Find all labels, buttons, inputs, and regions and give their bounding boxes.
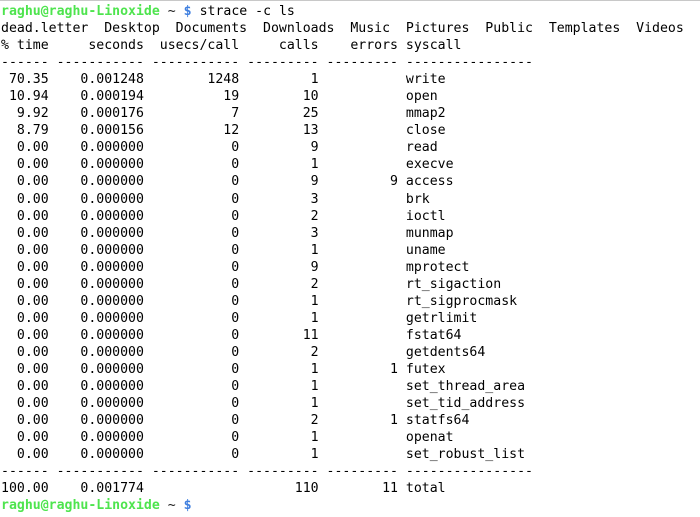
table-row: 0.00 0.000000 0 1 set_thread_area xyxy=(1,378,700,395)
table-separator-bottom: ------ ----------- ----------- ---------… xyxy=(1,463,700,480)
terminal-screen[interactable]: raghu@raghu-Linoxide ~ $ strace -c ls de… xyxy=(0,1,700,514)
table-row: 0.00 0.000000 0 1 uname xyxy=(1,242,700,259)
table-row: 0.00 0.000000 0 1 openat xyxy=(1,429,700,446)
table-row: 8.79 0.000156 12 13 close xyxy=(1,122,700,139)
table-row: 0.00 0.000000 0 2 ioctl xyxy=(1,208,700,225)
table-row: 0.00 0.000000 0 9 9 access xyxy=(1,173,700,190)
prompt-path-trailing: ~ xyxy=(168,498,176,513)
table-body: 70.35 0.001248 1248 1 write 10.94 0.0001… xyxy=(1,71,700,463)
prompt-path: ~ xyxy=(168,4,176,19)
prompt-symbol: $ xyxy=(184,4,192,19)
table-row: 0.00 0.000000 0 1 set_robust_list xyxy=(1,446,700,463)
prompt-user-host-trailing: raghu@raghu-Linoxide xyxy=(1,498,160,513)
table-row: 0.00 0.000000 0 3 brk xyxy=(1,191,700,208)
prompt-space-2 xyxy=(176,4,184,19)
prompt-space xyxy=(160,4,168,19)
table-row: 0.00 0.000000 0 2 1 statfs64 xyxy=(1,412,700,429)
table-row: 9.92 0.000176 7 25 mmap2 xyxy=(1,105,700,122)
table-row: 70.35 0.001248 1248 1 write xyxy=(1,71,700,88)
table-row: 0.00 0.000000 0 1 getrlimit xyxy=(1,310,700,327)
table-row: 0.00 0.000000 0 1 set_tid_address xyxy=(1,395,700,412)
prompt-line-trailing[interactable]: raghu@raghu-Linoxide ~ $ xyxy=(1,497,700,514)
table-row: 0.00 0.000000 0 3 munmap xyxy=(1,225,700,242)
table-header-row: % time seconds usecs/call calls errors s… xyxy=(1,37,700,54)
prompt-space-t1 xyxy=(160,498,168,513)
table-separator-top: ------ ----------- ----------- ---------… xyxy=(1,54,700,71)
ls-output-line: dead.letter Desktop Documents Downloads … xyxy=(1,20,700,37)
prompt-user-host: raghu@raghu-Linoxide xyxy=(1,4,160,19)
table-row: 0.00 0.000000 0 9 mprotect xyxy=(1,259,700,276)
table-row: 0.00 0.000000 0 9 read xyxy=(1,139,700,156)
table-row: 0.00 0.000000 0 1 execve xyxy=(1,156,700,173)
table-row: 0.00 0.000000 0 2 getdents64 xyxy=(1,344,700,361)
table-row: 0.00 0.000000 0 11 fstat64 xyxy=(1,327,700,344)
prompt-space-3 xyxy=(192,4,200,19)
terminal-window[interactable]: raghu@raghu-Linoxide ~ $ strace -c ls de… xyxy=(0,0,700,517)
command-text: strace -c ls xyxy=(200,4,295,19)
prompt-space-t2 xyxy=(176,498,184,513)
table-total-row: 100.00 0.001774 110 11 total xyxy=(1,480,700,497)
table-row: 0.00 0.000000 0 1 rt_sigprocmask xyxy=(1,293,700,310)
prompt-line-command: raghu@raghu-Linoxide ~ $ strace -c ls xyxy=(1,3,700,20)
prompt-symbol-trailing: $ xyxy=(184,498,192,513)
table-row: 0.00 0.000000 0 2 rt_sigaction xyxy=(1,276,700,293)
table-row: 0.00 0.000000 0 1 1 futex xyxy=(1,361,700,378)
table-row: 10.94 0.000194 19 10 open xyxy=(1,88,700,105)
